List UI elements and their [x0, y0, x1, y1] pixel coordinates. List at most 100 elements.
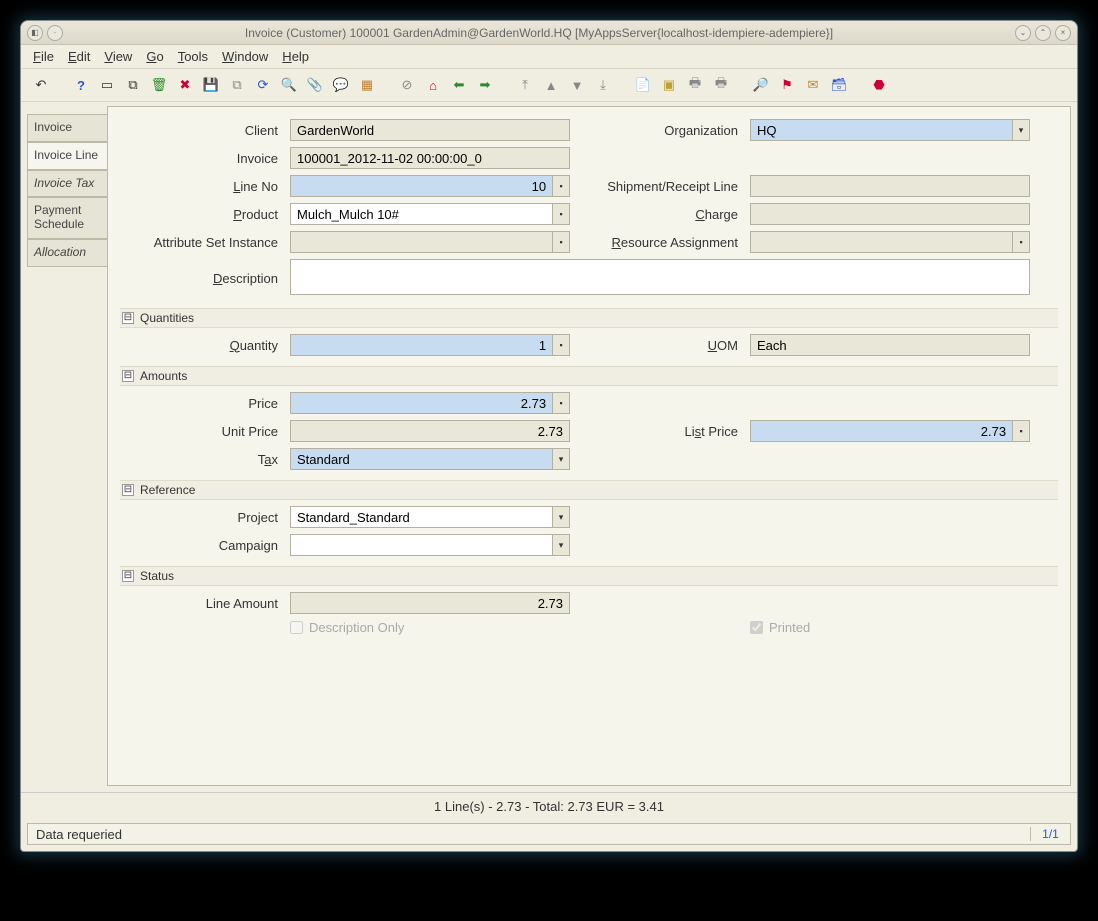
menu-view[interactable]: View	[104, 49, 132, 64]
menu-file[interactable]: File	[33, 49, 54, 64]
prev-icon[interactable]: ▲	[541, 75, 561, 95]
tab-invoice-tax[interactable]: Invoice Tax	[27, 170, 107, 198]
label-resource-assign: Resource Assignment	[580, 235, 740, 250]
titlebar-stick-icon[interactable]: ·	[47, 25, 63, 41]
line-no-calc-icon[interactable]: ▪	[553, 175, 570, 197]
window-title: Invoice (Customer) 100001 GardenAdmin@Ga…	[63, 26, 1015, 40]
tab-invoice-line[interactable]: Invoice Line	[27, 142, 107, 170]
delete-icon[interactable]: 🗑	[149, 75, 169, 95]
record-counter: 1/1	[1030, 827, 1070, 841]
shipment-line-field[interactable]	[750, 175, 1030, 197]
description-only-checkbox	[290, 621, 303, 634]
label-uom: UOM	[580, 338, 740, 353]
label-line-amount: Line Amount	[120, 596, 280, 611]
collapse-icon[interactable]: ⊟	[122, 484, 134, 496]
list-price-calc-icon[interactable]: ▪	[1013, 420, 1030, 442]
campaign-field[interactable]	[290, 534, 553, 556]
arrow-left-icon[interactable]: ⬅	[449, 75, 469, 95]
attribute-set-lookup-icon[interactable]: ▪	[553, 231, 570, 253]
form-panel: Client Organization ▾ Invoice Line No ▪ …	[107, 106, 1071, 786]
price-calc-icon[interactable]: ▪	[553, 392, 570, 414]
refresh-icon[interactable]: ⟳	[253, 75, 273, 95]
price-field[interactable]	[290, 392, 553, 414]
list-price-field[interactable]	[750, 420, 1013, 442]
print-icon[interactable]: 🖶	[711, 75, 731, 95]
attribute-set-field[interactable]	[290, 231, 553, 253]
chat-icon[interactable]: 💬	[331, 75, 351, 95]
summary-bar: 1 Line(s) - 2.73 - Total: 2.73 EUR = 3.4…	[21, 792, 1077, 820]
label-product: Product	[120, 207, 280, 222]
line-no-field[interactable]	[290, 175, 553, 197]
print-preview-icon[interactable]: 🖶	[685, 75, 705, 95]
last-icon[interactable]: ⤓	[593, 75, 613, 95]
label-printed: Printed	[769, 620, 810, 635]
request-icon[interactable]: ✉	[803, 75, 823, 95]
undo-icon[interactable]: ↶	[31, 75, 51, 95]
organization-field[interactable]	[750, 119, 1013, 141]
new-icon[interactable]: ▭	[97, 75, 117, 95]
save-icon[interactable]: 💾	[201, 75, 221, 95]
arrow-right-icon[interactable]: ➡	[475, 75, 495, 95]
delete-record-icon[interactable]: ✖	[175, 75, 195, 95]
collapse-icon[interactable]: ⊟	[122, 370, 134, 382]
first-icon[interactable]: ⤒	[515, 75, 535, 95]
section-quantities[interactable]: ⊟Quantities	[120, 308, 1058, 328]
label-organization: Organization	[580, 123, 740, 138]
help-icon[interactable]: ?	[71, 75, 91, 95]
next-icon[interactable]: ▼	[567, 75, 587, 95]
menu-go[interactable]: Go	[146, 49, 163, 64]
invoice-field	[290, 147, 570, 169]
quantity-field[interactable]	[290, 334, 553, 356]
tab-invoice[interactable]: Invoice	[27, 114, 107, 142]
project-field[interactable]	[290, 506, 553, 528]
tab-payment-schedule[interactable]: Payment Schedule	[27, 197, 107, 239]
section-status[interactable]: ⊟Status	[120, 566, 1058, 586]
uom-field[interactable]	[750, 334, 1030, 356]
product-lookup-icon[interactable]: ▪	[553, 203, 570, 225]
label-price: Price	[120, 396, 280, 411]
menu-window[interactable]: Window	[222, 49, 268, 64]
archive-icon[interactable]: ▣	[659, 75, 679, 95]
menu-tools[interactable]: Tools	[178, 49, 208, 64]
tab-allocation[interactable]: Allocation	[27, 239, 107, 267]
tax-dropdown-icon[interactable]: ▾	[553, 448, 570, 470]
resource-assign-field[interactable]	[750, 231, 1013, 253]
resource-assign-lookup-icon[interactable]: ▪	[1013, 231, 1030, 253]
titlebar-menu-icon[interactable]: ◧	[27, 25, 43, 41]
history-back-icon[interactable]: ⊘	[397, 75, 417, 95]
maximize-button[interactable]: ⌃	[1035, 25, 1051, 41]
menu-help[interactable]: Help	[282, 49, 309, 64]
organization-dropdown-icon[interactable]: ▾	[1013, 119, 1030, 141]
zoom-across-icon[interactable]: 🔎	[751, 75, 771, 95]
label-campaign: Campaign	[120, 538, 280, 553]
end-icon[interactable]: ⬣	[869, 75, 889, 95]
product-info-icon[interactable]: 🗃	[829, 75, 849, 95]
charge-field[interactable]	[750, 203, 1030, 225]
grid-icon[interactable]: ▦	[357, 75, 377, 95]
label-attribute-set: Attribute Set Instance	[120, 235, 280, 250]
label-shipment-line: Shipment/Receipt Line	[580, 179, 740, 194]
label-unit-price: Unit Price	[120, 424, 280, 439]
save-new-icon[interactable]: ⧉	[227, 75, 247, 95]
workflow-icon[interactable]: ⚑	[777, 75, 797, 95]
search-icon[interactable]: 🔍	[279, 75, 299, 95]
quantity-calc-icon[interactable]: ▪	[553, 334, 570, 356]
tax-field[interactable]	[290, 448, 553, 470]
project-dropdown-icon[interactable]: ▾	[553, 506, 570, 528]
collapse-icon[interactable]: ⊟	[122, 312, 134, 324]
section-amounts[interactable]: ⊟Amounts	[120, 366, 1058, 386]
campaign-dropdown-icon[interactable]: ▾	[553, 534, 570, 556]
menu-edit[interactable]: Edit	[68, 49, 90, 64]
description-field[interactable]	[290, 259, 1030, 295]
home-icon[interactable]: ⌂	[423, 75, 443, 95]
unit-price-field	[290, 420, 570, 442]
toolbar: ↶ ? ▭ ⧉ 🗑 ✖ 💾 ⧉ ⟳ 🔍 📎 💬 ▦ ⊘ ⌂ ⬅ ➡ ⤒ ▲ ▼ …	[21, 69, 1077, 102]
report-icon[interactable]: 📄	[633, 75, 653, 95]
collapse-icon[interactable]: ⊟	[122, 570, 134, 582]
copy-icon[interactable]: ⧉	[123, 75, 143, 95]
section-reference[interactable]: ⊟Reference	[120, 480, 1058, 500]
attachment-icon[interactable]: 📎	[305, 75, 325, 95]
minimize-button[interactable]: ⌄	[1015, 25, 1031, 41]
close-button[interactable]: ×	[1055, 25, 1071, 41]
product-field[interactable]	[290, 203, 553, 225]
